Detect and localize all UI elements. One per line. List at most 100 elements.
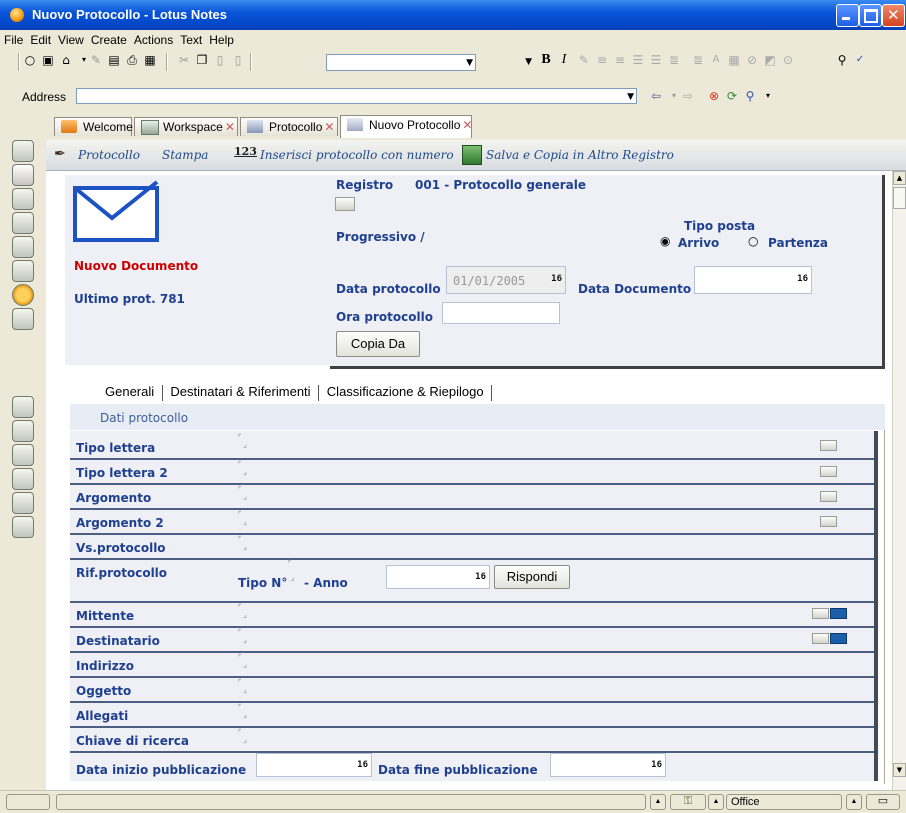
link-icon[interactable]: ⊙	[780, 52, 796, 68]
edit-icon[interactable]: ✎	[88, 52, 104, 68]
keyword-button[interactable]	[812, 633, 829, 644]
font-combo[interactable]: ▼	[480, 54, 534, 71]
align-center-icon[interactable]: ≡	[612, 52, 628, 68]
field-input[interactable]: ⌜ ⌟	[238, 486, 247, 501]
menu-edit[interactable]: Edit	[26, 30, 54, 47]
stop-icon[interactable]: ⊗	[706, 88, 722, 104]
hotspot-icon[interactable]: ◩	[762, 52, 778, 68]
calendar-icon[interactable]: 16	[475, 572, 486, 582]
bookmark-icon[interactable]: ○	[22, 52, 38, 68]
tab-generali[interactable]: Generali	[105, 384, 154, 399]
calendar-bookmark-icon[interactable]	[12, 164, 34, 186]
action-stampa[interactable]: Stampa	[162, 148, 208, 162]
data-documento-field[interactable]: 16	[694, 266, 812, 294]
save-icon[interactable]: ▣	[40, 52, 56, 68]
numbering-icon[interactable]: ☰	[648, 52, 664, 68]
status-up-arrow[interactable]: ▲	[650, 794, 666, 810]
menu-help[interactable]: Help	[205, 30, 237, 47]
keyword-button[interactable]	[820, 491, 837, 502]
attach-icon[interactable]: ⊘	[744, 52, 760, 68]
keyword-button[interactable]	[820, 440, 837, 451]
calendar-icon[interactable]: 16	[651, 760, 662, 770]
action-protocollo[interactable]: Protocollo	[78, 148, 140, 162]
calendar-icon[interactable]: 16	[797, 274, 808, 284]
folder1-bookmark-icon[interactable]	[12, 420, 34, 442]
scroll-up-arrow[interactable]: ▲	[893, 171, 906, 185]
arrivo-radio[interactable]: ◉	[660, 234, 670, 248]
location-selector[interactable]: Office	[726, 794, 842, 810]
bold-icon[interactable]: B	[538, 52, 554, 68]
outdent-icon[interactable]: ≣	[690, 52, 706, 68]
inbox-icon[interactable]: ▭	[866, 794, 900, 810]
tab-classificazione[interactable]: Classificazione & Riepilogo	[327, 384, 484, 399]
registro-select-button[interactable]	[335, 197, 355, 211]
highlight-icon[interactable]: ✎	[576, 52, 592, 68]
spell-check-icon[interactable]: ✓	[852, 52, 868, 68]
folder3-bookmark-icon[interactable]	[12, 468, 34, 490]
favorites-bookmark-icon[interactable]	[12, 396, 34, 418]
close-tab-icon[interactable]: ✕	[225, 120, 235, 134]
tipo-n-input[interactable]: ⌜ ⌟	[288, 560, 294, 582]
table-icon[interactable]: ▦	[726, 52, 742, 68]
field-input[interactable]: ⌜ ⌟	[238, 511, 247, 526]
style-combo[interactable]: ▼	[326, 54, 476, 71]
menu-file[interactable]: File	[0, 30, 26, 47]
back-icon[interactable]: ⇦	[648, 88, 664, 104]
folder2-bookmark-icon[interactable]	[12, 444, 34, 466]
paste-special-icon[interactable]: ▯	[230, 52, 246, 68]
copia-da-button[interactable]: Copia Da	[336, 331, 420, 357]
field-input[interactable]: ⌜ ⌟	[238, 679, 247, 694]
field-input[interactable]: ⌜ ⌟	[238, 536, 247, 551]
keyword-button[interactable]	[820, 516, 837, 527]
search-dropdown-icon[interactable]: ▾	[760, 88, 776, 104]
maximize-button[interactable]	[859, 4, 882, 27]
bullets-icon[interactable]: ☰	[630, 52, 646, 68]
anno-field[interactable]: 16	[386, 565, 490, 589]
paste-icon[interactable]: ▯	[212, 52, 228, 68]
open-icon[interactable]: ⌂	[58, 52, 74, 68]
address-dropdown[interactable]: ▼	[622, 89, 636, 106]
cut-icon[interactable]: ✂	[176, 52, 192, 68]
close-tab-icon[interactable]: ✕	[324, 120, 334, 134]
mail-bookmark-icon[interactable]	[12, 188, 34, 210]
data-fine-field[interactable]: 16	[550, 753, 666, 777]
refresh-icon[interactable]: ⟳	[724, 88, 740, 104]
tab-protocollo[interactable]: Protocollo ✕	[240, 117, 338, 136]
preview-icon[interactable]: ▦	[142, 52, 158, 68]
action-inserisci[interactable]: Inserisci protocollo con numero	[260, 148, 454, 162]
field-input[interactable]: ⌜ ⌟	[238, 729, 247, 744]
field-input[interactable]: ⌜ ⌟	[238, 654, 247, 669]
send-icon[interactable]: ▤	[106, 52, 122, 68]
tab-welcome[interactable]: Welcome	[54, 117, 133, 136]
scroll-down-arrow[interactable]: ▼	[893, 763, 906, 777]
copy-icon[interactable]: ❐	[194, 52, 210, 68]
inbox-up-arrow[interactable]: ▲	[846, 794, 862, 810]
indent-icon[interactable]: ≣	[666, 52, 682, 68]
data-inizio-field[interactable]: 16	[256, 753, 372, 777]
menu-view[interactable]: View	[54, 30, 87, 47]
close-tab-icon[interactable]: ✕	[462, 118, 472, 132]
print-icon[interactable]: ⎙	[124, 52, 140, 68]
folder4-bookmark-icon[interactable]	[12, 492, 34, 514]
italic-icon[interactable]: I	[556, 52, 572, 68]
home-bookmark-icon[interactable]	[12, 140, 34, 162]
align-left-icon[interactable]: ≡	[594, 52, 610, 68]
field-input[interactable]: ⌜ ⌟	[238, 604, 247, 619]
address-input[interactable]	[76, 88, 637, 104]
workspace-bookmark-icon[interactable]	[12, 308, 34, 330]
tab-workspace[interactable]: Workspace ✕	[134, 117, 238, 136]
field-input[interactable]: ⌜ ⌟	[238, 629, 247, 644]
close-button[interactable]: ✕	[882, 4, 905, 27]
status-indicator[interactable]	[6, 794, 50, 810]
menu-actions[interactable]: Actions	[130, 30, 176, 47]
folder5-bookmark-icon[interactable]	[12, 516, 34, 538]
contacts-bookmark-icon[interactable]	[12, 212, 34, 234]
todo-bookmark-icon[interactable]	[12, 236, 34, 258]
forward-icon[interactable]: ⇨	[680, 88, 696, 104]
vertical-scrollbar[interactable]: ▲ ▼	[892, 171, 906, 790]
calendar-icon[interactable]: 16	[357, 760, 368, 770]
field-input[interactable]: ⌜ ⌟	[238, 461, 247, 476]
rispondi-button[interactable]: Rispondi	[494, 565, 570, 589]
online-icon[interactable]: ⚿	[670, 794, 706, 810]
calendar-icon[interactable]: 16	[551, 274, 562, 284]
